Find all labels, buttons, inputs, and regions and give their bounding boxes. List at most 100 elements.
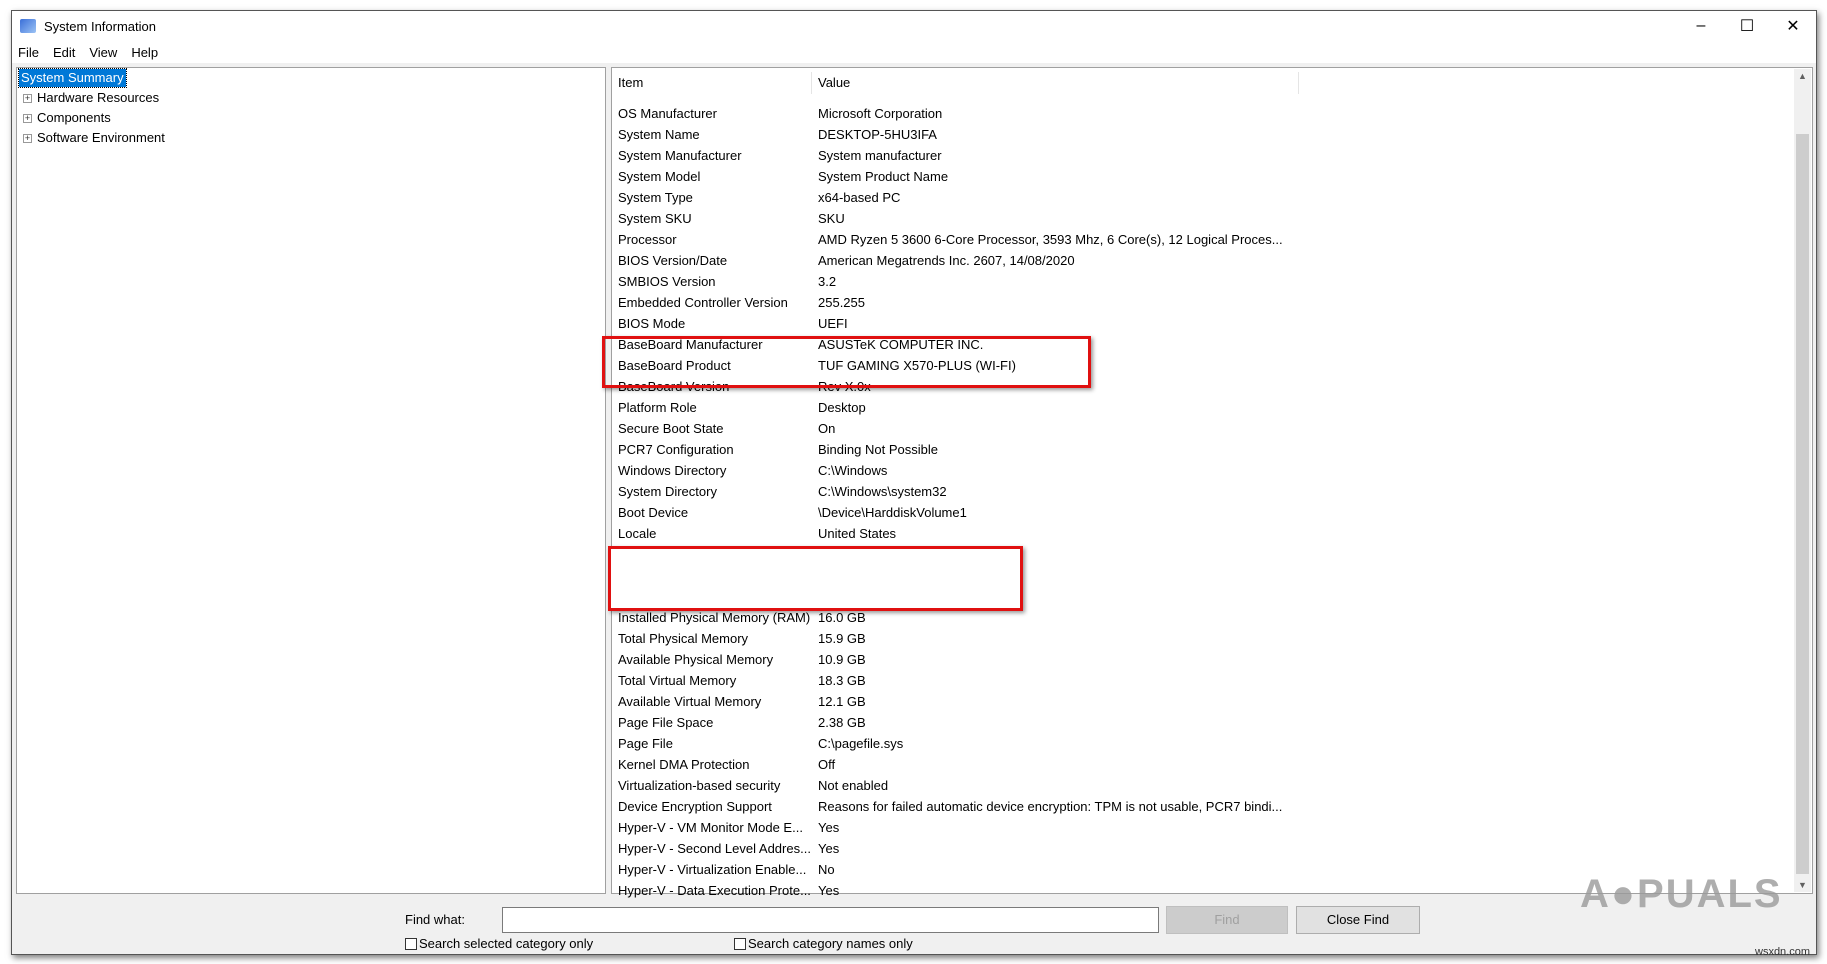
item-cell: System SKU: [618, 211, 692, 226]
column-divider[interactable]: [811, 72, 812, 94]
menu-edit[interactable]: Edit: [53, 45, 75, 60]
value-cell: C:\pagefile.sys: [818, 736, 904, 751]
tree-item-components[interactable]: + Components: [23, 109, 111, 127]
tree-item-system-summary[interactable]: System Summary: [18, 68, 127, 88]
tree-item-label: Software Environment: [37, 130, 165, 145]
value-cell: Yes: [818, 820, 840, 835]
item-cell: Total Physical Memory: [618, 631, 749, 646]
value-cell: 3.2: [818, 274, 837, 289]
item-cell: Platform Role: [618, 400, 697, 415]
item-cell: Windows Directory: [618, 463, 727, 478]
menu-view[interactable]: View: [89, 45, 117, 60]
item-cell: System Directory: [618, 484, 717, 499]
item-cell: Boot Device: [618, 505, 689, 520]
title-bar: System Information – ☐ ✕: [12, 11, 1816, 41]
expand-icon[interactable]: +: [23, 93, 32, 103]
value-cell: System Product Name: [818, 169, 949, 184]
item-cell: Total Virtual Memory: [618, 673, 737, 688]
item-cell: Available Virtual Memory: [618, 694, 762, 709]
item-cell: Page File Space: [618, 715, 714, 730]
value-cell: 10.9 GB: [818, 652, 866, 667]
value-cell: AMD Ryzen 5 3600 6-Core Processor, 3593 …: [818, 232, 1283, 247]
tree-item-label: System Summary: [18, 68, 127, 88]
expand-icon[interactable]: +: [23, 113, 32, 123]
item-cell: Hyper-V - Second Level Addres...: [618, 841, 811, 856]
item-cell: System Name: [618, 127, 700, 142]
item-cell: Hyper-V - Virtualization Enable...: [618, 862, 807, 877]
value-cell: DESKTOP-5HU3IFA: [818, 127, 937, 142]
item-cell: BIOS Version/Date: [618, 253, 728, 268]
value-cell: Not enabled: [818, 778, 889, 793]
item-cell: Kernel DMA Protection: [618, 757, 750, 772]
menu-file[interactable]: File: [18, 45, 39, 60]
scroll-up-icon[interactable]: ▲: [1794, 71, 1811, 81]
value-cell: Off: [818, 757, 836, 772]
tree-item-software-environment[interactable]: + Software Environment: [23, 129, 165, 147]
value-cell: 15.9 GB: [818, 631, 866, 646]
item-cell: BIOS Mode: [618, 316, 686, 331]
item-cell: Page File: [618, 736, 673, 751]
item-cell: Virtualization-based security: [618, 778, 781, 793]
item-cell: Locale: [618, 526, 657, 541]
column-divider[interactable]: [1298, 72, 1299, 94]
value-cell: American Megatrends Inc. 2607, 14/08/202…: [818, 253, 1075, 268]
value-cell: 18.3 GB: [818, 673, 866, 688]
value-cell: 255.255: [818, 295, 865, 310]
item-cell: System Model: [618, 169, 701, 184]
value-cell: Yes: [818, 841, 840, 856]
value-cell: Binding Not Possible: [818, 442, 938, 457]
value-cell: C:\Windows: [818, 463, 888, 478]
checkbox-label: Search category names only: [748, 936, 913, 951]
close-find-button[interactable]: Close Find: [1296, 906, 1420, 934]
menu-bar: File Edit View Help: [12, 41, 1816, 63]
close-button[interactable]: ✕: [1770, 11, 1816, 41]
find-what-label: Find what:: [405, 912, 465, 927]
tree-item-label: Hardware Resources: [37, 90, 160, 105]
find-what-input[interactable]: [502, 907, 1159, 933]
item-cell: Available Physical Memory: [618, 652, 774, 667]
value-cell: UEFI: [818, 316, 848, 331]
appuals-watermark: A●PUALS: [1580, 872, 1783, 916]
item-cell: Secure Boot State: [618, 421, 724, 436]
value-cell: SKU: [818, 211, 845, 226]
search-category-names-checkbox[interactable]: Search category names only: [734, 936, 913, 951]
find-button[interactable]: Find: [1166, 906, 1288, 934]
item-cell: SMBIOS Version: [618, 274, 716, 289]
value-cell: \Device\HarddiskVolume1: [818, 505, 967, 520]
vertical-scrollbar[interactable]: ▲ ▼: [1794, 69, 1811, 892]
app-icon: [20, 19, 36, 33]
find-bar: Find what: Find Close Find Search select…: [12, 896, 1816, 954]
checkbox-label: Search selected category only: [419, 936, 594, 951]
item-cell: Embedded Controller Version: [618, 295, 788, 310]
value-cell: United States: [818, 526, 897, 541]
value-cell: No: [818, 862, 835, 877]
item-cell: System Type: [618, 190, 693, 205]
value-cell: x64-based PC: [818, 190, 901, 205]
expand-icon[interactable]: +: [23, 133, 32, 143]
value-cell: 2.38 GB: [818, 715, 866, 730]
system-information-window: System Information – ☐ ✕ File Edit View …: [11, 10, 1817, 955]
value-cell: Desktop: [818, 400, 866, 415]
item-cell: PCR7 Configuration: [618, 442, 734, 457]
item-cell: System Manufacturer: [618, 148, 742, 163]
item-cell: Processor: [618, 232, 677, 247]
minimize-button[interactable]: –: [1678, 11, 1724, 41]
value-cell: Reasons for failed automatic device encr…: [818, 799, 1283, 814]
tree-item-hardware-resources[interactable]: + Hardware Resources: [23, 89, 159, 107]
scroll-down-icon[interactable]: ▼: [1794, 880, 1811, 890]
column-header-item[interactable]: Item: [618, 72, 643, 94]
value-cell: Microsoft Corporation: [818, 106, 943, 121]
menu-help[interactable]: Help: [131, 45, 158, 60]
value-cell: System manufacturer: [818, 148, 942, 163]
column-header-value[interactable]: Value: [818, 72, 850, 94]
search-selected-category-checkbox[interactable]: Search selected category only: [405, 936, 593, 951]
value-cell: 12.1 GB: [818, 694, 866, 709]
value-cell: On: [818, 421, 836, 436]
item-cell: OS Manufacturer: [618, 106, 717, 121]
scrollbar-thumb[interactable]: [1796, 134, 1809, 874]
highlight-box-baseboard: [602, 336, 1091, 388]
tree-item-label: Components: [37, 110, 111, 125]
value-cell: C:\Windows\system32: [818, 484, 947, 499]
details-list: Item Value OS Manufacturer Microsoft Corp…: [602, 67, 1813, 898]
maximize-button[interactable]: ☐: [1724, 11, 1770, 41]
